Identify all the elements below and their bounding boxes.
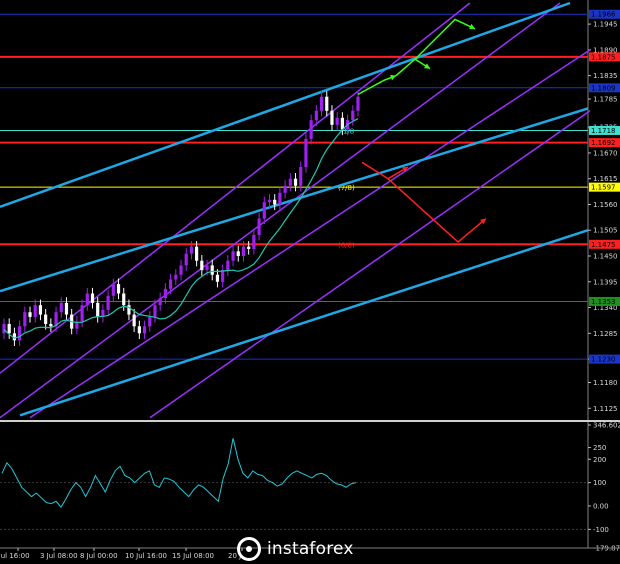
candle-body — [257, 218, 261, 235]
candle-body — [85, 293, 89, 306]
price-tick-label: 1.1285 — [593, 330, 618, 338]
candle-body — [80, 305, 84, 322]
level-tag-text: 1.1718 — [591, 127, 616, 135]
instaforex-logo-icon — [237, 536, 261, 561]
candle-body — [319, 96, 324, 111]
candle-body — [23, 312, 27, 327]
candle-body — [335, 117, 339, 125]
candle-body — [262, 202, 266, 219]
level-tag-text: 1.1966 — [591, 11, 616, 19]
level-tag-text: 1.1475 — [591, 241, 616, 249]
cci-tick-label: 200 — [593, 456, 606, 464]
candle-body — [153, 305, 157, 317]
candle-body — [174, 274, 178, 280]
candle-body — [33, 305, 37, 317]
candle-body — [215, 274, 220, 282]
price-tick-label: 1.1560 — [593, 201, 618, 209]
candle-body — [148, 316, 152, 327]
candle-body — [195, 246, 199, 261]
candle-body — [189, 246, 194, 254]
candle-body — [179, 265, 183, 275]
candle-body — [236, 251, 240, 257]
cci-tick-label: 0.00 — [593, 502, 609, 510]
candle-body — [44, 314, 48, 324]
price-tick-label: 1.1945 — [593, 21, 618, 29]
candle-body — [278, 192, 282, 205]
cci-tick-label: 346.6021 — [593, 422, 620, 430]
cci-tick-label: -100 — [593, 526, 609, 534]
price-tick-label: 1.1450 — [593, 253, 618, 261]
candle-body — [304, 138, 308, 167]
price-tick-label: 1.1505 — [593, 227, 618, 235]
candle-body — [210, 265, 214, 275]
price-tick-label: 1.1395 — [593, 278, 618, 286]
candle-body — [314, 110, 318, 121]
candle-body — [184, 253, 188, 266]
candle-body — [231, 251, 235, 261]
candle-body — [299, 166, 303, 186]
x-tick-label: 10 Jul 16:00 — [125, 552, 167, 560]
x-tick-label: 1 Jul 16:00 — [0, 552, 30, 560]
candle-body — [288, 178, 292, 186]
level-tag-text: 1.1809 — [591, 84, 616, 92]
candle-body — [293, 178, 298, 186]
candle-body — [28, 312, 32, 317]
level-tag-text: 1.1875 — [591, 53, 616, 61]
candle-body — [309, 120, 313, 139]
candle-body — [200, 260, 204, 271]
candle-body — [163, 288, 167, 299]
x-tick-label: 8 Jul 00:00 — [80, 552, 118, 560]
candle-body — [247, 246, 251, 249]
candle-body — [356, 96, 360, 111]
candle-body — [241, 246, 246, 257]
candle-body — [226, 260, 230, 271]
price-tick-label: 1.1785 — [593, 96, 618, 104]
candle-body — [96, 302, 100, 317]
level-tag-text: 1.1230 — [591, 356, 616, 364]
watermark: instaforex — [237, 535, 377, 562]
price-tick-label: 1.1125 — [593, 405, 618, 413]
candle-body — [18, 326, 22, 341]
candle-body — [340, 117, 344, 130]
candle-body — [122, 293, 126, 306]
candle-body — [142, 326, 147, 334]
candle-body — [325, 96, 329, 111]
candle-body — [38, 305, 43, 315]
candle-body — [351, 110, 355, 121]
price-tick-label: 1.1835 — [593, 72, 618, 80]
candle-body — [2, 323, 6, 334]
candle-body — [205, 265, 209, 271]
candle-body — [116, 284, 121, 294]
candle-body — [59, 302, 63, 313]
candle-body — [64, 302, 69, 315]
cci-tick-label: 100 — [593, 479, 606, 487]
price-tick-label: 1.1670 — [593, 149, 618, 157]
x-tick-label: 3 Jul 08:00 — [40, 552, 78, 560]
x-tick-label: 15 Jul 08:00 — [172, 552, 214, 560]
chart: 1.19451.18901.18351.17851.17251.16701.16… — [0, 0, 620, 564]
candle-body — [90, 293, 95, 303]
candle-body — [111, 284, 115, 296]
candle-body — [132, 314, 136, 327]
price-tick-label: 1.1615 — [593, 175, 618, 183]
candle-body — [7, 323, 11, 334]
candle-body — [273, 199, 277, 205]
candle-body — [221, 270, 225, 282]
level-label: (6/8) — [338, 241, 355, 249]
watermark-text: instaforex — [267, 538, 354, 559]
candle-body — [252, 234, 256, 249]
cci-tick-label: 250 — [593, 444, 606, 452]
candle-body — [330, 110, 334, 125]
candle-body — [158, 298, 162, 306]
candle-body — [168, 279, 173, 289]
candle-body — [137, 326, 141, 334]
candle-body — [49, 323, 53, 327]
candle-body — [267, 199, 272, 203]
candle-body — [106, 295, 110, 310]
price-tick-label: 1.1180 — [593, 379, 618, 387]
level-tag-text: 1.1692 — [591, 139, 616, 147]
candle-body — [283, 185, 287, 193]
level-tag-text: 1.1597 — [591, 184, 616, 192]
level-tag-text: 1.1353 — [591, 298, 616, 306]
